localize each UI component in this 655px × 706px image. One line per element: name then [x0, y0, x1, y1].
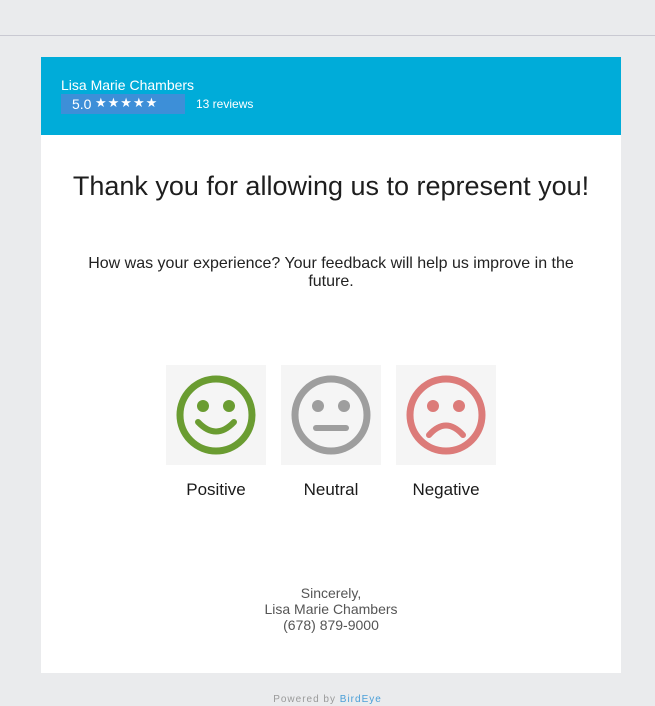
- powered-by-footer: Powered by BirdEye: [0, 694, 655, 706]
- signoff-block: Sincerely, Lisa Marie Chambers (678) 879…: [41, 585, 621, 633]
- negative-feedback-button[interactable]: Negative: [396, 365, 496, 499]
- neutral-feedback-button[interactable]: Neutral: [281, 365, 381, 499]
- negative-label[interactable]: Negative: [376, 480, 516, 500]
- star-rating-icon: ★★★★★: [95, 96, 159, 111]
- business-header: Lisa Marie Chambers 5.0 ★★★★★ 13 reviews: [41, 57, 621, 135]
- rating-value: 5.0: [72, 96, 92, 112]
- review-count-link[interactable]: 13 reviews: [196, 94, 253, 114]
- rating-badge: 5.0 ★★★★★: [61, 94, 185, 114]
- positive-feedback-button[interactable]: Positive: [166, 365, 266, 499]
- signoff-closing: Sincerely,: [300, 585, 362, 601]
- smiley-sad-icon: [406, 375, 486, 455]
- top-divider: [0, 35, 655, 36]
- birdeye-link[interactable]: BirdEye: [340, 694, 382, 705]
- smiley-happy-icon: [176, 375, 256, 455]
- signoff-phone: (678) 879-9000: [283, 617, 379, 633]
- business-name: Lisa Marie Chambers: [61, 77, 195, 93]
- positive-tile[interactable]: [166, 365, 266, 465]
- feedback-card: Lisa Marie Chambers 5.0 ★★★★★ 13 reviews…: [41, 57, 621, 673]
- negative-tile[interactable]: [396, 365, 496, 465]
- powered-by-text: Powered by: [273, 694, 336, 705]
- neutral-tile[interactable]: [281, 365, 381, 465]
- feedback-prompt: How was your experience? Your feedback w…: [88, 255, 574, 290]
- signoff-name: Lisa Marie Chambers: [264, 601, 398, 617]
- page-title: Thank you for allowing us to represent y…: [72, 171, 590, 201]
- smiley-neutral-icon: [291, 375, 371, 455]
